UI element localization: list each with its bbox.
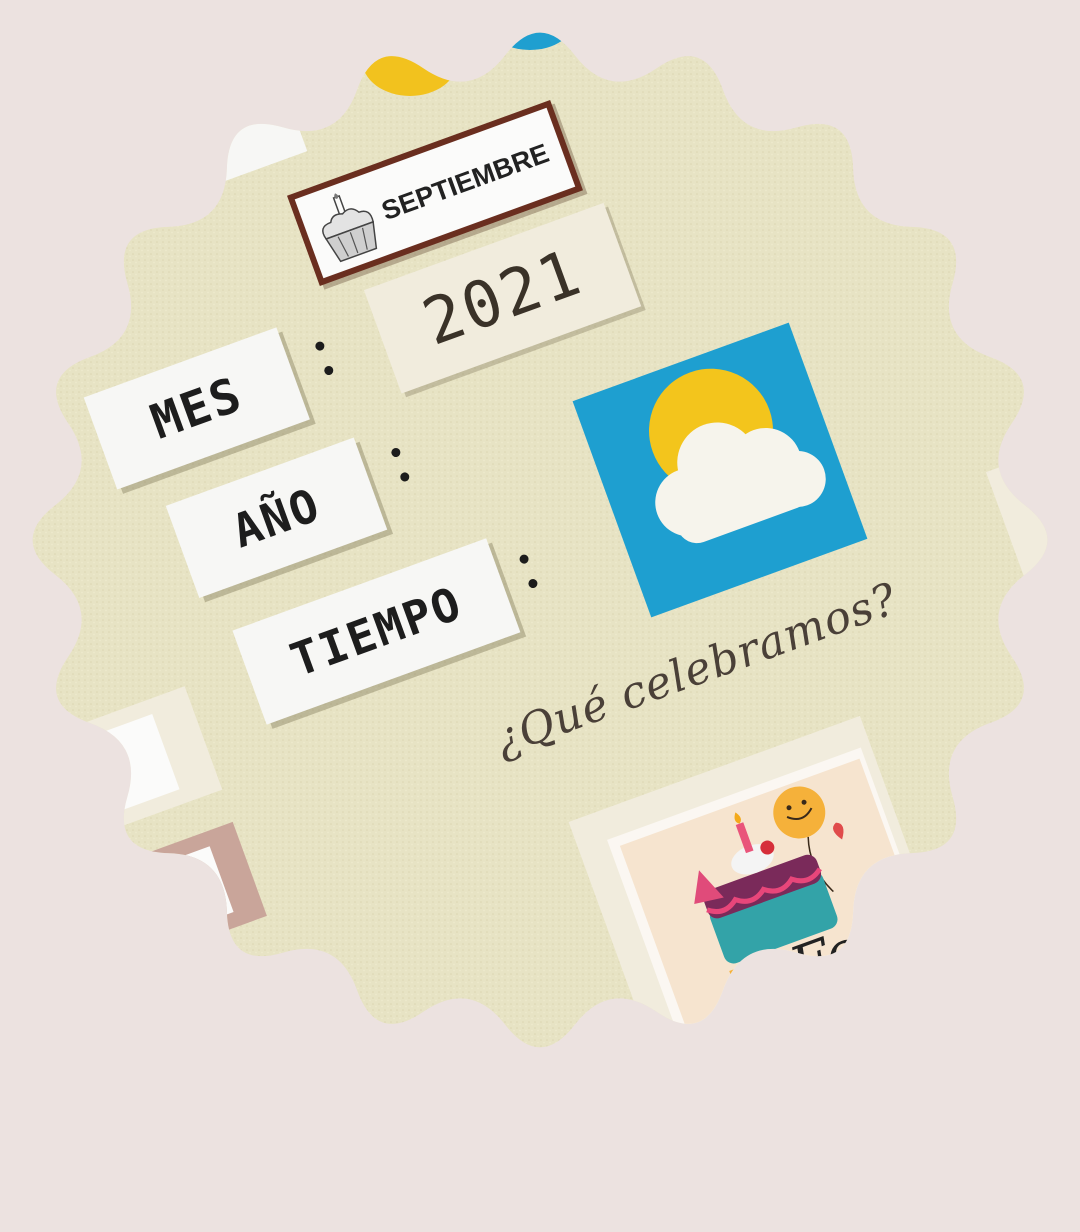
colon-anio bbox=[388, 446, 413, 488]
label-anio: AÑO bbox=[166, 438, 387, 598]
question-text: ¿Qué celebramos? bbox=[487, 573, 905, 767]
colon-tiempo bbox=[516, 553, 541, 595]
year-text: 2021 bbox=[413, 235, 592, 361]
colon-mes bbox=[312, 340, 337, 382]
cupcake-icon bbox=[305, 182, 391, 270]
photo-stage: Feliz SEPTIEMBRE MES 2021 AÑO TIEMPO ¿Qu… bbox=[0, 0, 1080, 1080]
month-text: SEPTIEMBRE bbox=[377, 137, 553, 226]
